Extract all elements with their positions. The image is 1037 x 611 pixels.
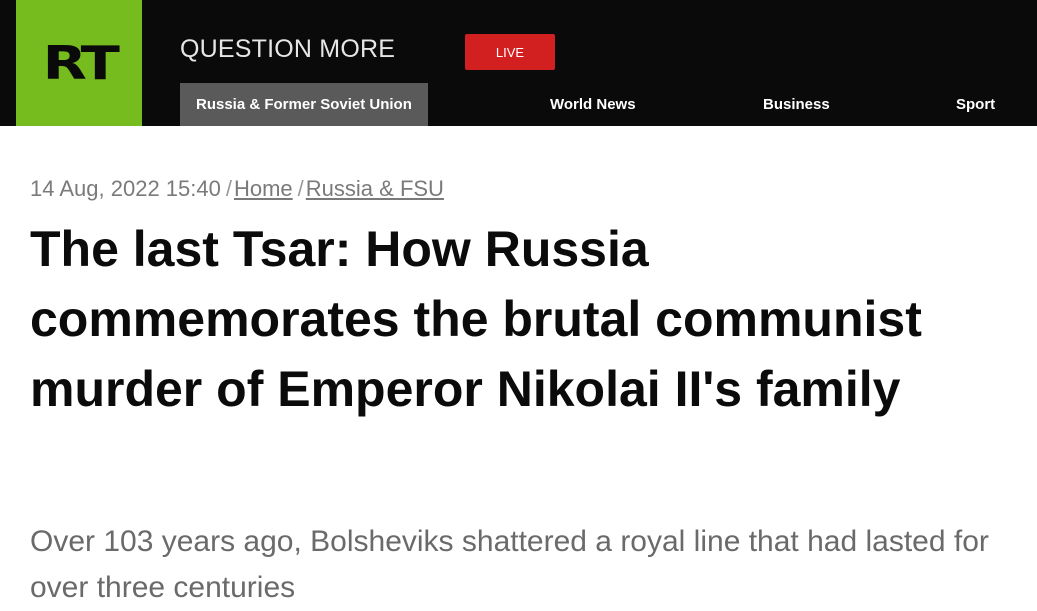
article-meta: 14 Aug, 2022 15:40/Home/Russia & FSU (30, 176, 444, 202)
breadcrumb-separator: / (225, 176, 232, 201)
main-nav: Russia & Former Soviet Union World News … (0, 83, 1037, 126)
site-tagline: QUESTION MORE (180, 35, 396, 63)
live-button[interactable]: LIVE (465, 34, 555, 70)
logo-text: RT (42, 36, 119, 90)
article-date: 14 Aug, 2022 15:40 (30, 176, 221, 201)
nav-item-sport[interactable]: Sport (956, 83, 995, 126)
site-header: RT QUESTION MORE LIVE Russia & Former So… (0, 0, 1037, 126)
breadcrumb-home[interactable]: Home (234, 176, 293, 201)
breadcrumb-russia-fsu[interactable]: Russia & FSU (306, 176, 444, 201)
nav-item-russia-fsu[interactable]: Russia & Former Soviet Union (180, 83, 428, 126)
article-title: The last Tsar: How Russia commemorates t… (30, 221, 922, 417)
breadcrumb-separator: / (297, 176, 304, 201)
nav-item-world-news[interactable]: World News (550, 83, 636, 126)
article-summary: Over 103 years ago, Bolsheviks shattered… (30, 525, 989, 604)
nav-item-business[interactable]: Business (763, 83, 830, 126)
